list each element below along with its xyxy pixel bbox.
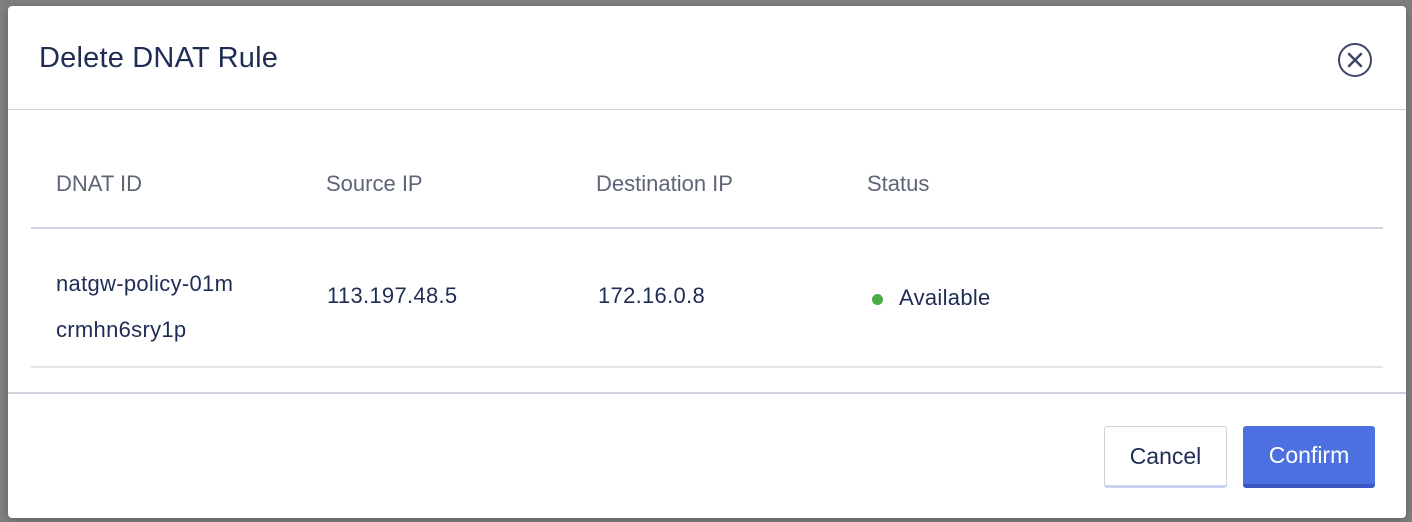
column-header-source-ip: Source IP xyxy=(326,171,423,196)
column-header-dnat-id: DNAT ID xyxy=(56,171,142,196)
close-button[interactable] xyxy=(1338,43,1372,77)
table-row: natgw-policy-01m crmhn6sry1p 113.197.48.… xyxy=(31,229,1383,368)
dialog-footer: Cancel Confirm xyxy=(8,392,1406,518)
destination-ip-cell: 172.16.0.8 xyxy=(598,283,705,308)
dnat-rules-table: DNAT ID Source IP Destination IP Status … xyxy=(31,133,1383,368)
delete-dnat-dialog: Delete DNAT Rule DNAT ID Source IP Desti… xyxy=(8,6,1406,518)
column-header-status: Status xyxy=(867,171,930,196)
close-icon xyxy=(1347,52,1363,68)
status-available-dot-icon xyxy=(872,294,883,305)
dialog-title: Delete DNAT Rule xyxy=(39,42,279,74)
source-ip-cell: 113.197.48.5 xyxy=(327,283,458,308)
status-cell: Available xyxy=(899,285,991,310)
column-header-destination-ip: Destination IP xyxy=(596,171,733,196)
dialog-header: Delete DNAT Rule xyxy=(8,6,1406,110)
table-header: DNAT ID Source IP Destination IP Status xyxy=(31,133,1383,229)
dnat-id-cell: natgw-policy-01m crmhn6sry1p xyxy=(56,261,286,353)
cancel-button[interactable]: Cancel xyxy=(1104,426,1227,488)
dnat-id-line-2: crmhn6sry1p xyxy=(56,317,187,342)
confirm-button[interactable]: Confirm xyxy=(1243,426,1375,488)
dnat-id-line-1: natgw-policy-01m xyxy=(56,271,234,296)
